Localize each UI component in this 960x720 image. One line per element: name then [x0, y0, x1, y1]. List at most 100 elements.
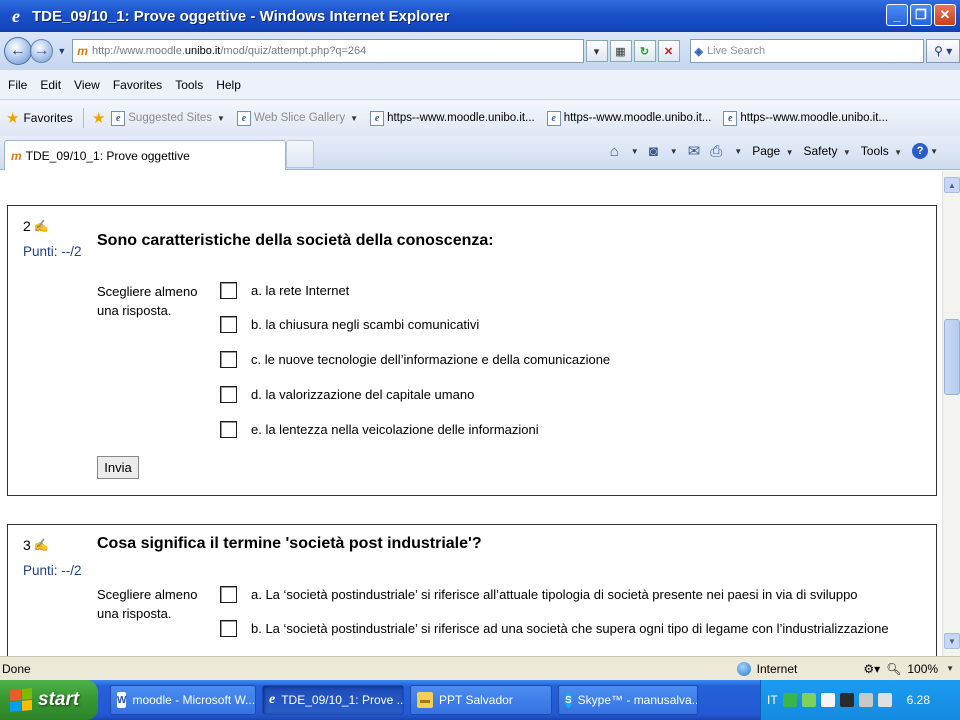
checkbox[interactable]	[220, 386, 237, 403]
menu-help[interactable]: Help	[216, 78, 241, 92]
scroll-thumb[interactable]	[944, 319, 960, 395]
page-menu[interactable]: Page ▼	[752, 144, 793, 158]
option-a[interactable]: a. La ‘società postindustriale’ si rifer…	[220, 586, 858, 603]
clock[interactable]: 6.28	[907, 693, 930, 707]
page-menu-label: Page	[752, 144, 781, 158]
question-2: 2 ✍ Punti: --/2 Sono caratteristiche del…	[7, 205, 937, 496]
option-d[interactable]: d. la valorizzazione del capitale umano	[220, 386, 474, 403]
chevron-down-icon[interactable]: ▼	[631, 147, 639, 156]
history-dropdown-icon[interactable]: ▼	[57, 46, 66, 56]
chevron-down-icon: ▼	[350, 113, 359, 123]
option-a[interactable]: a. la rete Internet	[220, 282, 349, 299]
menu-favorites[interactable]: Favorites	[113, 78, 162, 92]
windows-logo-icon	[10, 688, 32, 712]
edit-pencil-icon[interactable]: ✍	[34, 219, 49, 233]
chevron-down-icon[interactable]: ▼	[670, 147, 678, 156]
answer-hint: Scegliere almeno una risposta.	[97, 587, 198, 621]
new-tab-button[interactable]	[286, 140, 314, 168]
address-bar: ← → ▼ m http://www.moodle. unibo.it/mod/q…	[0, 32, 960, 70]
url-dropdown-button[interactable]: ▾	[585, 40, 608, 62]
option-text: a. La ‘società postindustriale’ si rifer…	[251, 587, 858, 602]
edit-pencil-icon[interactable]: ✍	[34, 538, 49, 552]
internet-zone-icon	[736, 661, 751, 676]
vertical-scrollbar[interactable]: ▲ ▼	[942, 171, 960, 656]
chevron-down-icon[interactable]: ▼	[946, 664, 954, 673]
menu-view[interactable]: View	[74, 78, 100, 92]
stop-button[interactable]: ✕	[657, 40, 680, 62]
ie-icon: e	[269, 692, 276, 707]
fav-label: https--www.moodle.unibo.it...	[387, 112, 535, 124]
option-c[interactable]: c. le nuove tecnologie dell’informazione…	[220, 351, 610, 368]
tab-label: TDE_09/10_1: Prove oggettive	[25, 148, 190, 163]
safety-menu[interactable]: Safety ▼	[804, 144, 851, 158]
fav-label: https--www.moodle.unibo.it...	[563, 112, 712, 124]
fav-moodle-link-2[interactable]: e https--www.moodle.unibo.it...	[546, 110, 712, 126]
option-b[interactable]: b. La ‘società postindustriale’ si rifer…	[220, 620, 889, 637]
task-folder[interactable]: ▬ PPT Salvador	[410, 685, 552, 715]
task-skype[interactable]: S Skype™ - manusalva...	[558, 685, 698, 715]
search-button[interactable]: ⚲ ▾	[926, 39, 960, 63]
checkbox[interactable]	[220, 620, 237, 637]
back-button[interactable]: ←	[4, 37, 32, 65]
url-field[interactable]: m http://www.moodle. unibo.it/mod/quiz/at…	[72, 39, 584, 63]
refresh-button[interactable]: ↻	[633, 40, 656, 62]
antivirus-icon[interactable]	[801, 693, 816, 707]
protected-mode-icon[interactable]: ⚙▾	[863, 662, 880, 676]
favorites-button[interactable]: ★ Favorites	[6, 109, 73, 127]
question-number: 2 ✍	[23, 218, 49, 234]
question-3: 3 ✍ Punti: --/2 Cosa significa il termin…	[7, 524, 937, 656]
checkbox[interactable]	[220, 421, 237, 438]
checkbox[interactable]	[220, 282, 237, 299]
fav-moodle-link-1[interactable]: e https--www.moodle.unibo.it...	[370, 110, 535, 126]
tab-current[interactable]: m TDE_09/10_1: Prove oggettive	[4, 140, 286, 170]
favorites-star-icon: ★	[6, 110, 20, 127]
option-b[interactable]: b. la chiusura negli scambi comunicativi	[220, 316, 479, 333]
chevron-down-icon[interactable]: ▼	[734, 147, 742, 156]
home-icon[interactable]: ⌂	[610, 143, 619, 160]
print-icon[interactable]: ⎙	[710, 143, 722, 160]
task-ie[interactable]: e TDE_09/10_1: Prove ...	[262, 685, 404, 715]
volume-icon[interactable]	[858, 693, 873, 707]
fav-suggested-sites[interactable]: e Suggested Sites ▼	[111, 110, 225, 126]
tools-menu[interactable]: Tools ▼	[861, 144, 902, 158]
tray-app-icon[interactable]	[820, 693, 835, 707]
ie-page-icon: e	[111, 110, 126, 126]
help-menu[interactable]: ? ▼	[912, 143, 938, 159]
option-e[interactable]: e. la lentezza nella veicolazione delle …	[220, 421, 539, 438]
mail-icon[interactable]: ✉	[688, 142, 701, 160]
moodle-favicon-icon: m	[11, 148, 22, 163]
close-button[interactable]: ✕	[934, 4, 956, 26]
menu-file[interactable]: File	[8, 78, 27, 92]
checkbox[interactable]	[220, 316, 237, 333]
language-indicator[interactable]: IT	[767, 693, 778, 707]
minimize-button[interactable]: _	[886, 4, 908, 26]
restore-button[interactable]: ❐	[910, 4, 932, 26]
start-button[interactable]: start	[0, 680, 98, 720]
option-text: d. la valorizzazione del capitale umano	[251, 387, 475, 402]
submit-button[interactable]: Invia	[97, 456, 139, 479]
menu-tools[interactable]: Tools	[175, 78, 203, 92]
search-input[interactable]: ◈ Live Search	[689, 39, 925, 63]
checkbox[interactable]	[220, 351, 237, 368]
checkbox[interactable]	[220, 586, 237, 603]
fav-moodle-link-3[interactable]: e https--www.moodle.unibo.it...	[723, 110, 889, 126]
url-path: /mod/quiz/attempt.php?q=264	[220, 45, 367, 57]
forward-button[interactable]: →	[29, 39, 54, 63]
tray-monitor-icon[interactable]	[839, 693, 854, 707]
scroll-up-button[interactable]: ▲	[944, 177, 960, 193]
menu-edit[interactable]: Edit	[40, 78, 61, 92]
scroll-down-button[interactable]: ▼	[944, 633, 960, 649]
taskbar: start W moodle - Microsoft W... e TDE_09…	[0, 680, 960, 720]
zoom-level[interactable]: 100%	[907, 662, 938, 676]
safely-remove-icon[interactable]	[877, 693, 892, 707]
compatibility-view-icon[interactable]: ▦	[609, 40, 632, 62]
favorites-separator	[82, 108, 84, 128]
answer-hint: Scegliere almeno una risposta.	[97, 284, 198, 318]
fav-label: https--www.moodle.unibo.it...	[740, 112, 889, 124]
fav-web-slice-gallery[interactable]: e Web Slice Gallery ▼	[236, 110, 359, 126]
feeds-icon[interactable]: ◙	[649, 143, 658, 160]
task-word[interactable]: W moodle - Microsoft W...	[110, 685, 256, 715]
network-icon[interactable]	[782, 693, 797, 707]
add-favorite-icon[interactable]: ★	[92, 109, 105, 127]
window-title: TDE_09/10_1: Prove oggettive - Windows I…	[32, 7, 450, 25]
